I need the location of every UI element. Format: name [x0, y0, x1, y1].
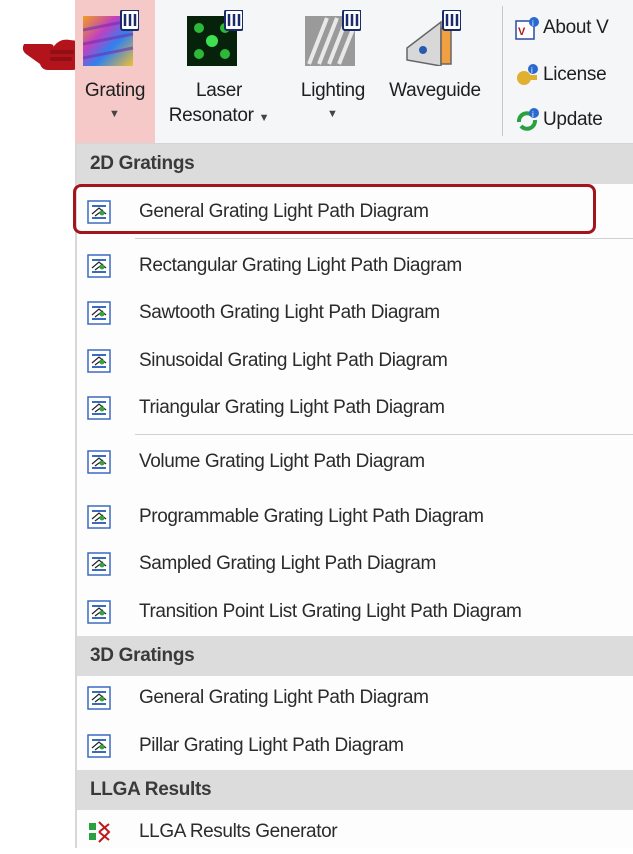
results-generator-icon — [89, 821, 111, 843]
light-path-diagram-icon — [87, 396, 111, 420]
grating-dropdown-caret[interactable]: ▼ — [109, 108, 120, 120]
light-path-diagram-icon — [87, 450, 111, 474]
menu-item-label: Programmable Grating Light Path Diagram — [139, 506, 484, 527]
menu-item-2d-sampled[interactable]: Sampled Grating Light Path Diagram — [77, 542, 633, 586]
section-header-3d-gratings: 3D Gratings — [77, 636, 633, 676]
svg-text:V: V — [518, 26, 526, 38]
selection-highlight-box — [73, 184, 596, 234]
light-path-diagram-icon — [87, 301, 111, 325]
menu-item-label: Sawtooth Grating Light Path Diagram — [139, 302, 440, 323]
menu-item-label: Rectangular Grating Light Path Diagram — [139, 255, 462, 276]
laser-resonator-button[interactable]: Laser Resonator ▼ — [159, 0, 279, 143]
section-header-2d-gratings: 2D Gratings — [77, 144, 633, 184]
laser-dropdown-caret[interactable]: ▼ — [259, 112, 270, 124]
waveguide-icon — [406, 10, 461, 66]
menu-item-label: General Grating Light Path Diagram — [139, 687, 429, 708]
menu-item-2d-sawtooth[interactable]: Sawtooth Grating Light Path Diagram — [77, 291, 633, 335]
menu-item-2d-triangular[interactable]: Triangular Grating Light Path Diagram — [77, 386, 633, 430]
about-icon: V i — [515, 17, 539, 40]
update-icon: i — [517, 108, 539, 131]
menu-item-2d-programmable[interactable]: Programmable Grating Light Path Diagram — [77, 495, 633, 539]
menu-item-label: Transition Point List Grating Light Path… — [139, 601, 522, 622]
update-label: Update — [543, 109, 603, 130]
menu-item-label: Sampled Grating Light Path Diagram — [139, 553, 436, 574]
license-icon: i — [517, 64, 538, 85]
menu-item-label: Pillar Grating Light Path Diagram — [139, 735, 404, 756]
ribbon-separator — [502, 6, 503, 136]
menu-divider — [135, 434, 633, 435]
section-header-llga-results: LLGA Results — [77, 770, 633, 810]
license-label: License — [543, 64, 607, 85]
lighting-icon — [305, 10, 361, 66]
waveguide-button[interactable]: Waveguide — [381, 0, 489, 143]
menu-item-3d-general[interactable]: General Grating Light Path Diagram — [77, 676, 633, 720]
menu-item-2d-transition-point-list[interactable]: Transition Point List Grating Light Path… — [77, 590, 633, 634]
about-button[interactable]: V i About V — [515, 8, 609, 48]
light-path-diagram-icon — [87, 734, 111, 758]
menu-item-2d-volume[interactable]: Volume Grating Light Path Diagram — [77, 440, 633, 484]
lighting-label: Lighting — [300, 80, 366, 101]
light-path-diagram-icon — [87, 600, 111, 624]
laser-label-line1: Laser — [195, 80, 243, 101]
update-button[interactable]: i Update — [515, 100, 603, 140]
laser-resonator-icon — [187, 10, 243, 66]
lighting-button[interactable]: Lighting ▼ — [287, 0, 379, 143]
grating-icon — [83, 10, 139, 66]
menu-item-llga-results-generator[interactable]: LLGA Results Generator — [77, 810, 633, 854]
lighting-dropdown-caret[interactable]: ▼ — [327, 108, 338, 120]
waveguide-label: Waveguide — [389, 80, 481, 101]
light-path-diagram-icon — [87, 254, 111, 278]
menu-item-label: Volume Grating Light Path Diagram — [139, 451, 425, 472]
laser-label-line2: Resonator ▼ — [159, 103, 279, 131]
light-path-diagram-icon — [87, 349, 111, 373]
menu-item-3d-pillar[interactable]: Pillar Grating Light Path Diagram — [77, 724, 633, 768]
grating-button[interactable]: Grating ▼ — [75, 0, 155, 143]
grating-label: Grating — [84, 80, 146, 101]
menu-item-label: Sinusoidal Grating Light Path Diagram — [139, 350, 448, 371]
about-label: About V — [543, 17, 609, 38]
menu-item-label: Triangular Grating Light Path Diagram — [139, 397, 445, 418]
menu-item-label: LLGA Results Generator — [139, 821, 338, 842]
grating-dropdown-menu: 2D Gratings General Grating Light Path D… — [75, 144, 633, 848]
license-button[interactable]: i License — [515, 55, 607, 95]
menu-item-2d-rectangular[interactable]: Rectangular Grating Light Path Diagram — [77, 244, 633, 288]
menu-divider — [135, 238, 633, 239]
light-path-diagram-icon — [87, 686, 111, 710]
laser-label-resonator: Resonator — [168, 105, 254, 126]
ribbon-toolbar: Grating ▼ Laser Resonator ▼ Lighting ▼ W… — [75, 0, 633, 144]
light-path-diagram-icon — [87, 505, 111, 529]
menu-item-2d-sinusoidal[interactable]: Sinusoidal Grating Light Path Diagram — [77, 339, 633, 383]
light-path-diagram-icon — [87, 552, 111, 576]
